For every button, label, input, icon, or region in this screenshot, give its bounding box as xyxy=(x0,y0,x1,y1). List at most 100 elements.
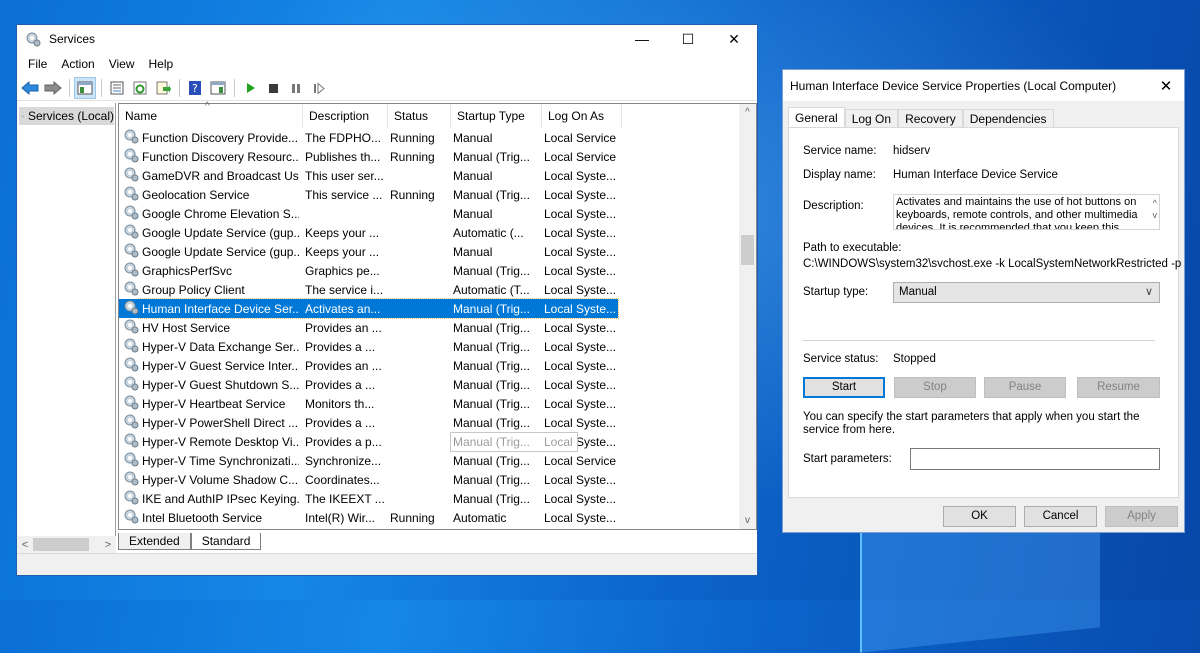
cell-log-on-as: Local Syste... xyxy=(544,339,617,354)
column-header-name[interactable]: Name xyxy=(119,104,303,128)
tab-dependencies[interactable]: Dependencies xyxy=(962,109,1054,128)
status-bar xyxy=(17,553,757,575)
menu-file[interactable]: File xyxy=(21,57,54,71)
back-arrow-icon[interactable] xyxy=(19,77,41,99)
table-row[interactable]: Hyper-V Guest Service Inter... Provides a… xyxy=(119,356,756,375)
ok-button[interactable]: OK xyxy=(943,506,1016,527)
start-params-label: Start parameters: xyxy=(803,453,892,465)
close-button[interactable]: ✕ xyxy=(711,25,757,53)
column-header-status[interactable]: Status xyxy=(388,104,451,128)
forward-arrow-icon[interactable] xyxy=(42,77,64,99)
table-row[interactable]: Google Chrome Elevation S... Manual Local … xyxy=(119,204,756,223)
cell-log-on-as: Local Syste... xyxy=(544,510,617,525)
show-action-pane-icon[interactable] xyxy=(207,77,229,99)
table-row[interactable]: Hyper-V Heartbeat Service Monitors th... M… xyxy=(119,394,756,413)
tab-log-on[interactable]: Log On xyxy=(844,109,899,128)
cancel-button[interactable]: Cancel xyxy=(1024,506,1097,527)
list-vertical-scrollbar[interactable]: ^ v xyxy=(739,104,756,529)
scroll-up-icon[interactable]: ^ xyxy=(739,104,756,121)
table-row[interactable]: Hyper-V Guest Shutdown S... Provides a ..… xyxy=(119,375,756,394)
cell-startup-type: Manual xyxy=(453,206,493,221)
dialog-close-button[interactable]: ✕ xyxy=(1148,77,1184,95)
table-row[interactable]: Intel Bluetooth Service Intel(R) Wir... Ru… xyxy=(119,508,756,527)
stop-service-icon[interactable] xyxy=(262,77,284,99)
cell-log-on-as: Local Syste... xyxy=(544,358,617,373)
general-tab-panel: Service name: hidserv Display name: Huma… xyxy=(788,127,1181,498)
table-row[interactable]: Hyper-V Remote Desktop Vi... Provides a p… xyxy=(119,432,756,451)
cell-description: This service ... xyxy=(305,187,383,202)
cell-description: Keeps your ... xyxy=(305,225,380,240)
tab-extended[interactable]: Extended xyxy=(118,533,191,550)
table-row[interactable]: Function Discovery Resourc... Publishes t… xyxy=(119,147,756,166)
table-row[interactable]: IKE and AuthIP IPsec Keying... The IKEEXT… xyxy=(119,489,756,508)
column-header-log-on-as[interactable]: Log On As xyxy=(542,104,622,128)
refresh-icon[interactable] xyxy=(129,77,151,99)
tooltip xyxy=(450,432,578,452)
service-gear-icon xyxy=(123,128,139,147)
table-row[interactable]: Function Discovery Provide... The FDPHO..… xyxy=(119,128,756,147)
menu-action[interactable]: Action xyxy=(54,57,101,71)
column-header-description[interactable]: Description xyxy=(303,104,388,128)
pause-service-icon[interactable] xyxy=(285,77,307,99)
scroll-thumb[interactable] xyxy=(33,538,89,551)
export-list-icon[interactable] xyxy=(152,77,174,99)
show-hide-console-tree-icon[interactable] xyxy=(74,76,96,99)
scroll-left-icon[interactable]: < xyxy=(17,539,33,551)
scroll-right-icon[interactable]: > xyxy=(100,539,116,551)
table-row[interactable]: Google Update Service (gup... Keeps your … xyxy=(119,223,756,242)
apply-button[interactable]: Apply xyxy=(1105,506,1178,527)
scroll-thumb[interactable] xyxy=(741,235,754,265)
resume-button[interactable]: Resume xyxy=(1077,377,1160,398)
cell-status: Running xyxy=(390,149,435,164)
service-gear-icon xyxy=(123,261,139,280)
table-row[interactable]: Hyper-V Data Exchange Ser... Provides a .… xyxy=(119,337,756,356)
maximize-button[interactable]: ☐ xyxy=(665,25,711,53)
table-row[interactable]: Hyper-V PowerShell Direct ... Provides a … xyxy=(119,413,756,432)
tree-item-services-local[interactable]: Services (Local) xyxy=(19,107,114,125)
pause-button[interactable]: Pause xyxy=(984,377,1066,398)
stop-button[interactable]: Stop xyxy=(894,377,976,398)
service-gear-icon xyxy=(123,413,139,432)
start-button[interactable]: Start xyxy=(803,377,885,398)
properties-icon[interactable] xyxy=(106,77,128,99)
service-name: Hyper-V Data Exchange Ser... xyxy=(142,339,299,354)
cell-startup-type: Manual (Trig... xyxy=(453,187,530,202)
help-icon[interactable]: ? xyxy=(184,77,206,99)
cell-description: Synchronize... xyxy=(305,453,382,468)
scroll-down-icon[interactable]: v xyxy=(739,512,756,529)
menu-view[interactable]: View xyxy=(102,57,142,71)
cell-description: Activates an... xyxy=(299,301,384,316)
table-row[interactable]: Group Policy Client The service i... Autom… xyxy=(119,280,756,299)
table-row[interactable]: GameDVR and Broadcast Us... This user ser… xyxy=(119,166,756,185)
cell-description: This user ser... xyxy=(305,168,384,183)
tab-recovery[interactable]: Recovery xyxy=(898,109,963,128)
sort-ascending-icon: ^ xyxy=(205,101,210,112)
description-scrollbar[interactable]: ^ v xyxy=(1153,197,1158,221)
menu-help[interactable]: Help xyxy=(142,57,181,71)
column-header-startup-type[interactable]: Startup Type xyxy=(451,104,542,128)
table-row[interactable]: Geolocation Service This service ... Runni… xyxy=(119,185,756,204)
table-row[interactable]: HV Host Service Provides an ... Manual (Tr… xyxy=(119,318,756,337)
startup-type-select[interactable]: Manual ∨ xyxy=(893,282,1160,303)
start-params-input[interactable] xyxy=(910,448,1160,470)
services-window: Services — ☐ ✕ File Action View Help ? S… xyxy=(16,24,758,576)
cell-name: HV Host Service xyxy=(119,318,299,337)
table-row[interactable]: Hyper-V Volume Shadow C... Coordinates...… xyxy=(119,470,756,489)
table-row[interactable]: Human Interface Device Ser... Activates a… xyxy=(119,298,756,319)
table-row[interactable]: Hyper-V Time Synchronizati... Synchronize… xyxy=(119,451,756,470)
toolbar-separator xyxy=(234,78,235,97)
cell-log-on-as: Local Syste... xyxy=(544,396,617,411)
description-textbox[interactable]: Activates and maintains the use of hot b… xyxy=(893,194,1160,230)
table-row[interactable]: Google Update Service (gup... Keeps your … xyxy=(119,242,756,261)
tab-general[interactable]: General xyxy=(788,107,845,128)
cell-status: Running xyxy=(390,510,435,525)
start-service-icon[interactable] xyxy=(239,77,261,99)
minimize-button[interactable]: — xyxy=(619,25,665,53)
cell-description: Intel(R) Wir... xyxy=(305,510,376,525)
cell-log-on-as: Local Syste... xyxy=(544,187,617,202)
service-gear-icon xyxy=(123,489,139,508)
tree-horizontal-scrollbar[interactable]: < > xyxy=(17,536,116,553)
tab-standard[interactable]: Standard xyxy=(190,533,262,550)
table-row[interactable]: GraphicsPerfSvc Graphics pe... Manual (Tri… xyxy=(119,261,756,280)
restart-service-icon[interactable] xyxy=(308,77,330,99)
